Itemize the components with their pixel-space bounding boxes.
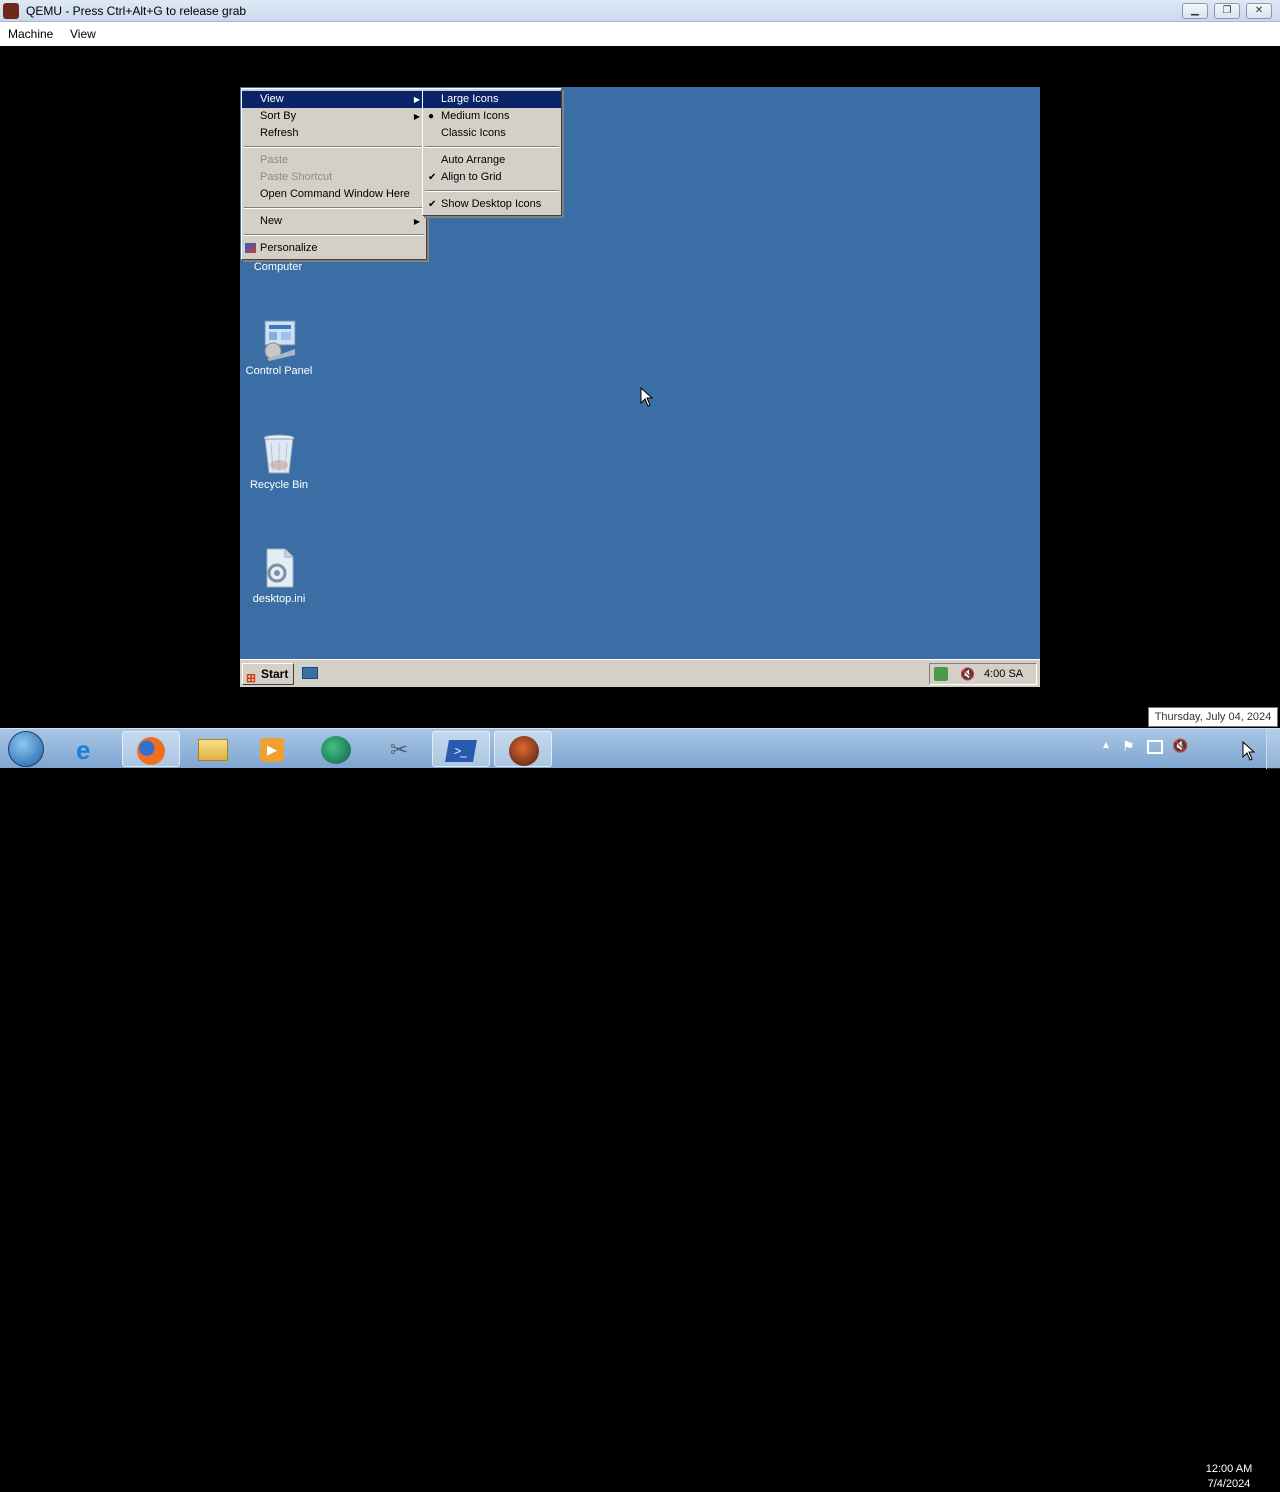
menu-separator [425, 146, 559, 148]
clock-date: 7/4/2024 [1207, 1478, 1251, 1490]
qemu-icon [509, 736, 539, 766]
start-button[interactable]: ⊞ Start [242, 663, 294, 685]
qemu-title-bar[interactable]: QEMU - Press Ctrl+Alt+G to release grab … [0, 0, 1280, 22]
host-clock[interactable]: 12:00 AM 7/4/2024 [1196, 1462, 1262, 1492]
checkmark-icon: ✔ [428, 199, 437, 210]
checkmark-icon: ✔ [428, 172, 437, 183]
menu-separator [425, 190, 559, 192]
menu-item-auto-arrange[interactable]: Auto Arrange [423, 152, 561, 169]
taskbar-app-explorer[interactable] [184, 731, 242, 767]
bullet-icon: ● [428, 111, 435, 122]
guest-clock[interactable]: 4:00 SA [984, 664, 1023, 684]
qemu-icon [3, 3, 19, 19]
menu-view[interactable]: View [70, 27, 96, 41]
mouse-cursor-icon [640, 387, 654, 407]
qemu-menu-bar: Machine View [0, 22, 1280, 46]
personalize-icon [245, 243, 256, 253]
desktop-icon-control-panel[interactable]: Control Panel [240, 319, 319, 377]
mouse-cursor-icon [1242, 741, 1256, 761]
taskbar-app-ie[interactable]: e [60, 731, 118, 767]
system-tray: 🔇 4:00 SA [929, 663, 1037, 685]
menu-item-new[interactable]: New ▶ [242, 213, 426, 230]
minimize-button[interactable]: ▁ [1182, 3, 1208, 19]
start-label: Start [261, 667, 289, 681]
menu-item-refresh[interactable]: Refresh [242, 125, 426, 142]
powershell-icon: >_ [445, 740, 477, 762]
action-center-flag-icon[interactable]: ⚑ [1122, 738, 1135, 755]
taskbar-app-firefox[interactable] [122, 731, 180, 767]
menu-item-paste-shortcut: Paste Shortcut [260, 171, 333, 183]
desktop-icon-label: Control Panel [245, 365, 313, 377]
desktop-context-menu: View ▶ Sort By ▶ Refresh Paste Paste Short… [241, 88, 427, 260]
close-button[interactable]: ✕ [1246, 3, 1272, 19]
settings-file-icon [259, 547, 299, 589]
host-taskbar: e ▶ ✂ >_ ▲ ⚑ 🔇 12:00 AM 7/4/2024 [0, 728, 1280, 1490]
menu-item-large-icons[interactable]: Large Icons [423, 91, 561, 108]
submenu-arrow-icon: ▶ [413, 217, 420, 226]
menu-item-sort-by[interactable]: Sort By ▶ [242, 108, 426, 125]
browser-globe-icon [321, 736, 351, 764]
desktop-icon-recycle-bin[interactable]: Recycle Bin [240, 433, 319, 491]
clock-time: 12:00 AM [1205, 1463, 1253, 1475]
guest-taskbar: ⊞ Start 🔇 4:00 SA [240, 659, 1040, 687]
start-orb-icon[interactable] [8, 731, 44, 767]
submenu-arrow-icon: ▶ [413, 112, 420, 121]
explorer-folder-icon [198, 739, 228, 761]
show-hidden-icons-icon[interactable]: ▲ [1101, 740, 1111, 751]
desktop-icon-label: Computer [253, 261, 303, 273]
volume-muted-icon[interactable]: 🔇 [1172, 738, 1188, 754]
volume-muted-icon[interactable]: 🔇 [960, 664, 975, 684]
desktop-icon-label: Recycle Bin [249, 479, 309, 491]
control-panel-icon [259, 319, 299, 361]
menu-separator [244, 146, 424, 148]
desktop-icon-desktop-ini[interactable]: desktop.ini [240, 547, 319, 605]
show-desktop-button[interactable] [1266, 729, 1280, 769]
menu-item-paste: Paste [260, 154, 289, 166]
window-title: QEMU - Press Ctrl+Alt+G to release grab [26, 4, 247, 18]
menu-item-open-command-window[interactable]: Open Command Window Here [242, 186, 426, 203]
menu-item-align-to-grid[interactable]: ✔ Align to Grid [423, 169, 561, 186]
internet-explorer-icon: e [76, 735, 91, 765]
view-submenu: Large Icons ● Medium Icons Classic Icons … [422, 88, 562, 216]
menu-item-classic-icons[interactable]: Classic Icons [423, 125, 561, 142]
network-icon[interactable] [1147, 740, 1163, 754]
show-desktop-icon[interactable] [302, 667, 318, 679]
menu-machine[interactable]: Machine [8, 27, 53, 41]
menu-separator [244, 207, 424, 209]
taskbar-app-tools[interactable]: ✂ [372, 731, 430, 767]
firefox-icon [137, 737, 165, 765]
taskbar-app-media-player[interactable]: ▶ [244, 731, 302, 767]
date-tooltip: Thursday, July 04, 2024 [1148, 707, 1278, 727]
restore-button[interactable]: ❐ [1214, 3, 1240, 19]
submenu-arrow-icon: ▶ [413, 95, 420, 104]
taskbar-app-browser[interactable] [308, 731, 366, 767]
menu-item-medium-icons[interactable]: ● Medium Icons [423, 108, 561, 125]
menu-item-show-desktop-icons[interactable]: ✔ Show Desktop Icons [423, 196, 561, 213]
security-icon[interactable] [934, 667, 948, 681]
media-player-icon: ▶ [260, 738, 284, 762]
menu-item-view[interactable]: View ▶ [242, 91, 426, 108]
desktop-icon-label: desktop.ini [252, 593, 306, 605]
recycle-bin-icon [259, 433, 299, 475]
taskbar-app-qemu[interactable] [494, 731, 552, 767]
menu-item-personalize[interactable]: Personalize [242, 240, 426, 257]
taskbar-app-powershell[interactable]: >_ [432, 731, 490, 767]
tools-icon: ✂ [390, 737, 409, 762]
windows-logo-icon: ⊞ [246, 671, 257, 685]
menu-separator [244, 234, 424, 236]
